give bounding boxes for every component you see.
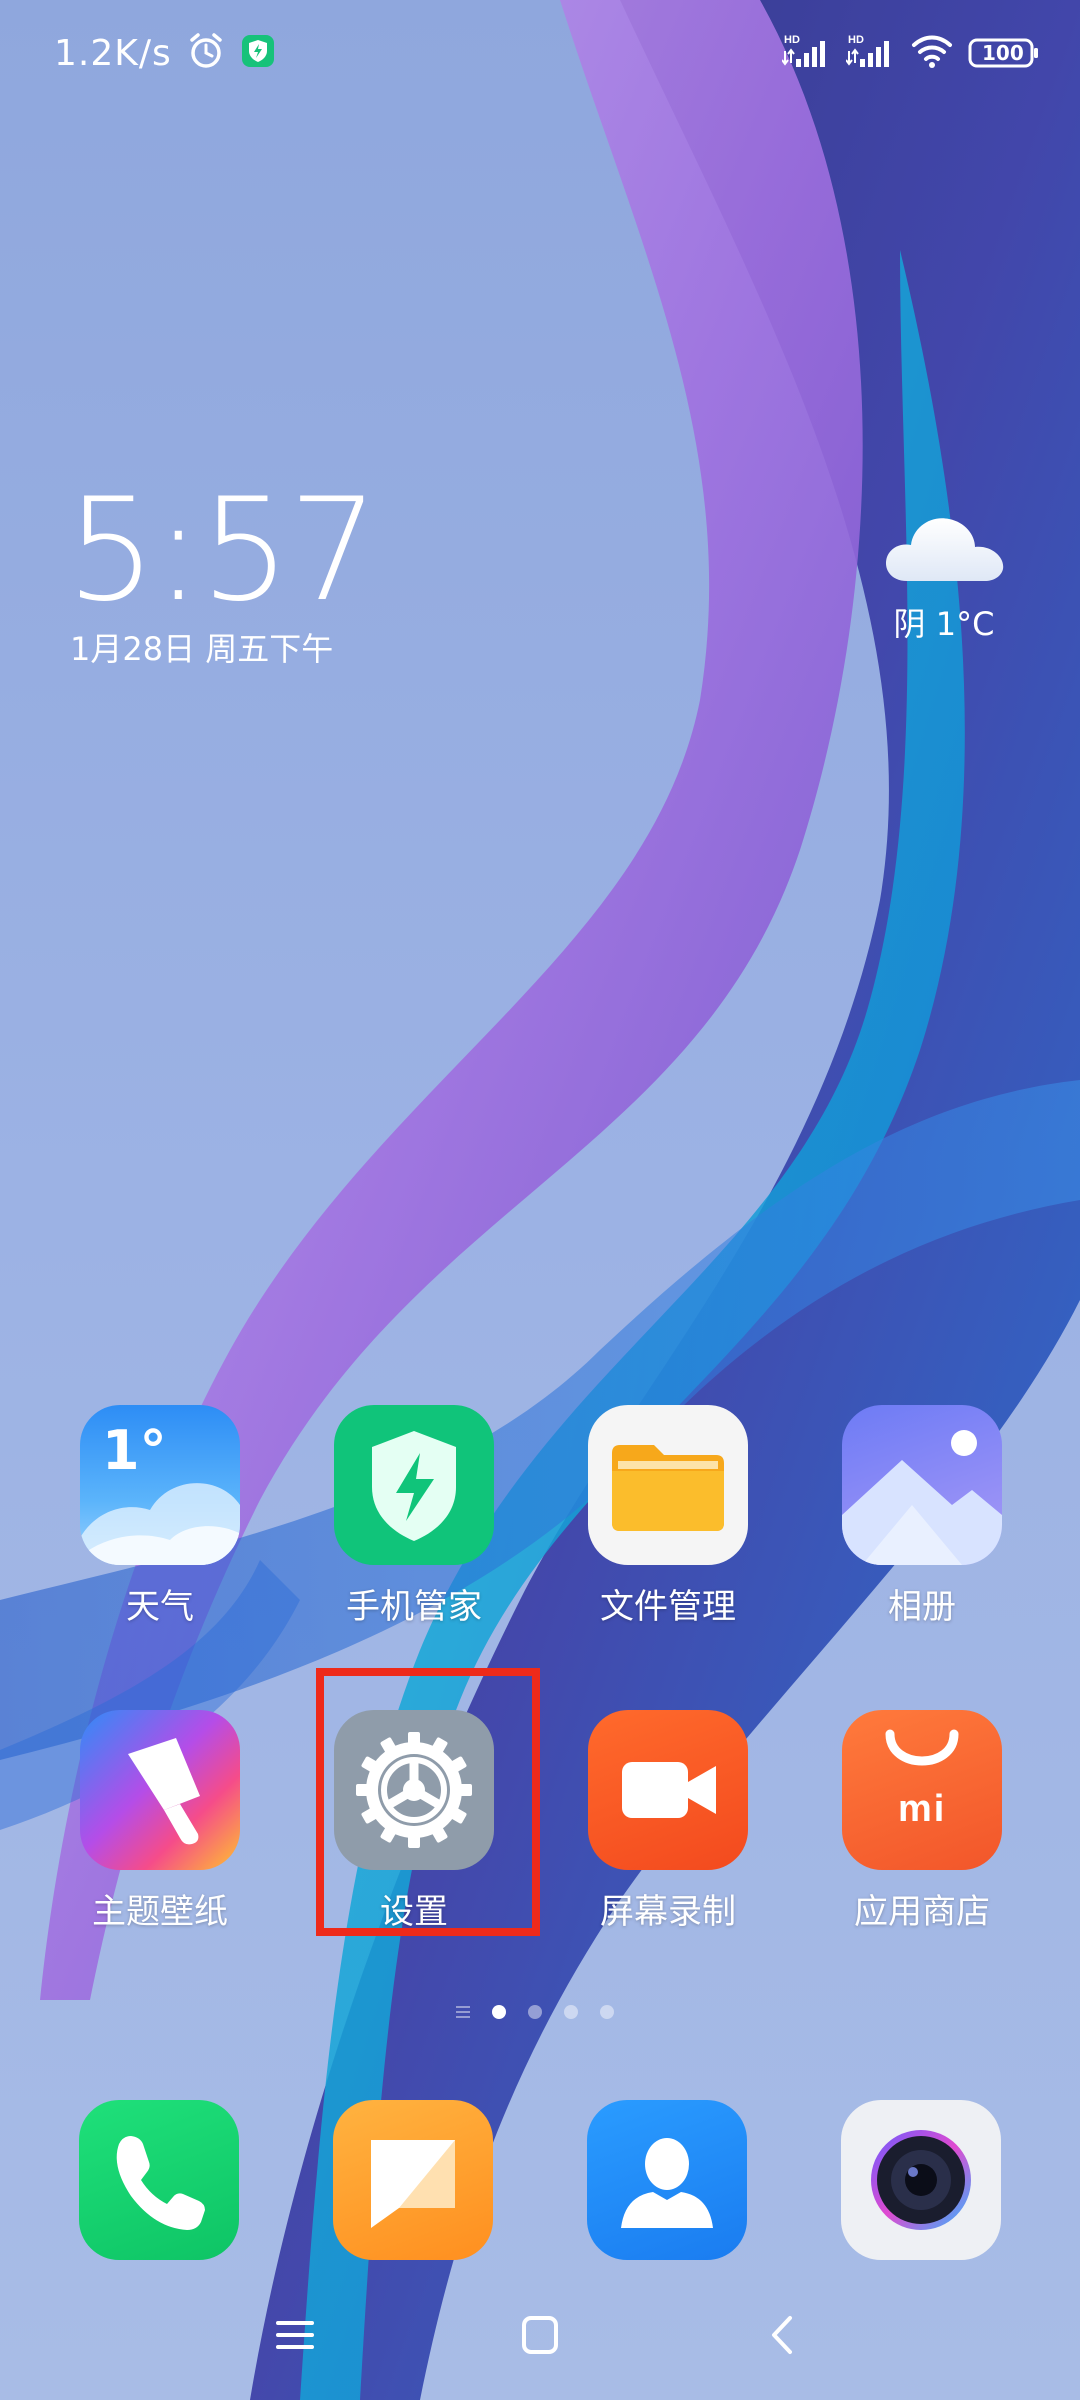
security-shield-bolt-icon (334, 1405, 494, 1565)
app-weather[interactable]: 1° 天气 (55, 1405, 265, 1628)
dock-phone[interactable] (79, 2100, 239, 2260)
back-icon[interactable] (754, 2310, 814, 2360)
alarm-icon (186, 31, 226, 75)
app-label: 屏幕录制 (600, 1892, 736, 1932)
status-bar: 1.2K/s HD HD 100 (0, 0, 1080, 104)
battery-level: 100 (982, 41, 1024, 65)
app-label: 相册 (888, 1587, 956, 1627)
clock-time[interactable]: 5:57 (66, 480, 379, 622)
folder-icon (588, 1405, 748, 1565)
home-icon[interactable] (510, 2310, 570, 2360)
security-shield-icon (240, 33, 276, 73)
status-left: 1.2K/s (54, 26, 276, 80)
signal-icon: HD (781, 31, 832, 75)
app-label: 应用商店 (854, 1892, 990, 1932)
wallpaper (0, 0, 1080, 2400)
page-dot[interactable] (600, 2005, 614, 2019)
app-label: 天气 (126, 1587, 194, 1627)
app-label: 主题壁纸 (92, 1892, 228, 1932)
signal2-label: HD (848, 34, 864, 46)
weather-icon: 1° (80, 1405, 240, 1565)
weather-badge: 1° (102, 1419, 167, 1482)
battery-icon: 100 (968, 35, 1040, 71)
dock-contacts[interactable] (587, 2100, 747, 2260)
dock-camera[interactable] (841, 2100, 1001, 2260)
app-label: 手机管家 (346, 1587, 482, 1627)
theme-brush-icon (80, 1710, 240, 1870)
mi-store-bag-icon: mi (842, 1710, 1002, 1870)
dock-messages[interactable] (333, 2100, 493, 2260)
page-dot[interactable] (528, 2005, 542, 2019)
highlight-box (316, 1668, 540, 1936)
menu-icon[interactable] (266, 2310, 326, 2360)
app-security[interactable]: 手机管家 (309, 1405, 519, 1628)
page-dot[interactable] (492, 2005, 506, 2019)
app-screen-recorder[interactable]: 屏幕录制 (563, 1710, 773, 1933)
app-gallery[interactable]: 相册 (817, 1405, 1027, 1628)
clock-date: 1月28日 周五下午 (70, 630, 334, 668)
network-speed: 1.2K/s (54, 32, 172, 74)
wifi-icon (910, 31, 954, 75)
app-label: 文件管理 (600, 1587, 736, 1627)
page-menu-icon[interactable] (456, 2006, 470, 2018)
weather-condition-temp: 阴 1°C (893, 605, 995, 643)
page-dot[interactable] (564, 2005, 578, 2019)
mi-logo: mi (898, 1788, 947, 1830)
navigation-bar (0, 2290, 1080, 2380)
weather-widget[interactable]: 阴 1°C (874, 505, 1014, 645)
app-store[interactable]: mi 应用商店 (817, 1710, 1027, 1933)
status-right: HD HD 100 (781, 28, 1040, 78)
app-themes[interactable]: 主题壁纸 (55, 1710, 265, 1933)
signal-icon-2: HD (845, 31, 896, 75)
app-file-manager[interactable]: 文件管理 (563, 1405, 773, 1628)
cloud-icon (879, 518, 1009, 589)
signal1-label: HD (784, 34, 800, 46)
page-indicator[interactable] (456, 2005, 614, 2019)
gallery-icon (842, 1405, 1002, 1565)
video-camera-icon (588, 1710, 748, 1870)
